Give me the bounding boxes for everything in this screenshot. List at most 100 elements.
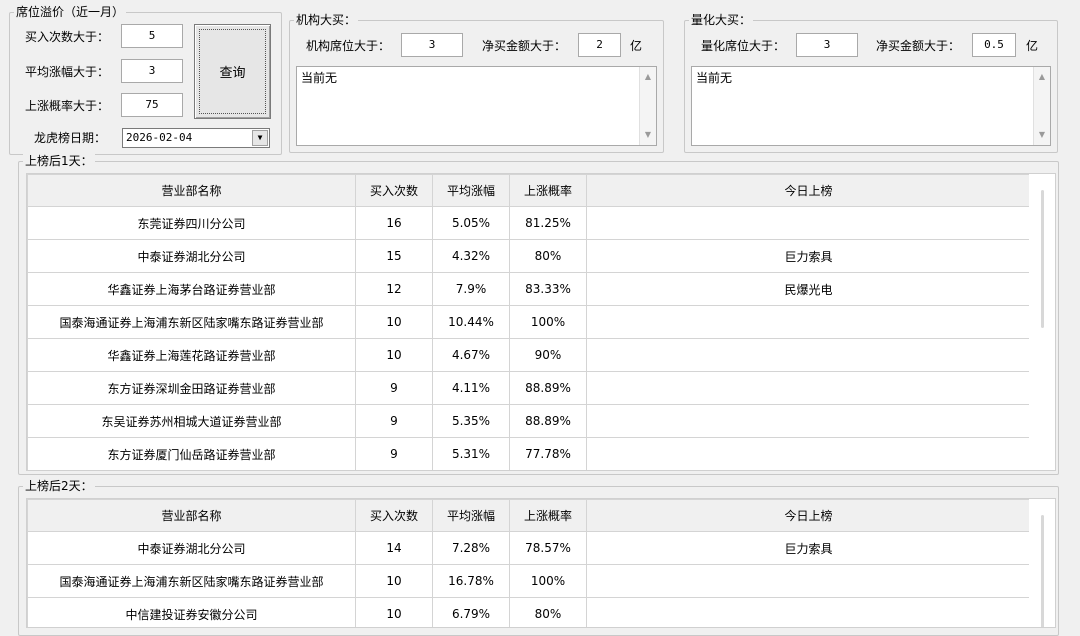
quant-result-box[interactable]: 当前无 ▲ ▼	[691, 66, 1051, 146]
avg-gain-label: 平均涨幅大于：	[25, 65, 110, 79]
table-cell: 5.05%	[432, 206, 510, 240]
day2-scrollbar[interactable]	[1029, 499, 1055, 627]
table-cell: 5.35%	[432, 404, 510, 438]
table-row[interactable]: 东方证券深圳金田路证券营业部 9 4.11% 88.89%	[27, 371, 1031, 405]
institution-scrollbar[interactable]: ▲ ▼	[639, 67, 656, 145]
table-cell: 77.78%	[509, 437, 587, 470]
table-cell: 88.89%	[509, 404, 587, 438]
institution-result-box[interactable]: 当前无 ▲ ▼	[296, 66, 657, 146]
quant-scrollbar[interactable]: ▲ ▼	[1033, 67, 1050, 145]
table-cell: 10	[355, 597, 433, 627]
rise-prob-input[interactable]: 75	[121, 93, 183, 117]
table-row[interactable]: 中泰证券湖北分公司 14 7.28% 78.57% 巨力索具	[27, 531, 1031, 565]
table-cell: 华鑫证券上海莲花路证券营业部	[27, 338, 356, 372]
table-row[interactable]: 中信建投证券安徽分公司 10 6.79% 80%	[27, 597, 1031, 627]
table-cell: 90%	[509, 338, 587, 372]
table-cell: 中泰证券湖北分公司	[27, 531, 356, 565]
column-header[interactable]: 上涨概率	[509, 499, 587, 532]
quant-amount-unit: 亿	[1026, 39, 1039, 53]
table-cell: 4.11%	[432, 371, 510, 405]
table-cell: 4.32%	[432, 239, 510, 273]
table-cell: 巨力索具	[586, 531, 1031, 565]
table-cell: 16.78%	[432, 564, 510, 598]
table-cell: 9	[355, 437, 433, 470]
column-header[interactable]: 今日上榜	[586, 174, 1031, 207]
dropdown-arrow-icon[interactable]: ▼	[252, 130, 268, 146]
table-row[interactable]: 中泰证券湖北分公司 15 4.32% 80% 巨力索具	[27, 239, 1031, 273]
table-cell: 10	[355, 305, 433, 339]
scroll-up-icon[interactable]: ▲	[1034, 69, 1050, 85]
quant-result-text: 当前无	[696, 71, 733, 85]
column-header[interactable]: 今日上榜	[586, 499, 1031, 532]
table-cell	[586, 338, 1031, 372]
table-header-row: 营业部名称 买入次数 平均涨幅 上涨概率 今日上榜	[27, 174, 1031, 207]
table-cell: 国泰海通证券上海浦东新区陆家嘴东路证券营业部	[27, 305, 356, 339]
table-cell: 5.31%	[432, 437, 510, 470]
table-cell	[586, 371, 1031, 405]
table-cell: 80%	[509, 597, 587, 627]
table-row[interactable]: 东方证券厦门仙岳路证券营业部 9 5.31% 77.78%	[27, 437, 1031, 470]
table-row[interactable]: 国泰海通证券上海浦东新区陆家嘴东路证券营业部 10 10.44% 100%	[27, 305, 1031, 339]
scrollbar-thumb[interactable]	[1041, 515, 1044, 627]
quant-seat-input[interactable]: 3	[796, 33, 858, 57]
table-cell: 国泰海通证券上海浦东新区陆家嘴东路证券营业部	[27, 564, 356, 598]
day2-table: 营业部名称 买入次数 平均涨幅 上涨概率 今日上榜 中泰证券湖北分公司 14 7.28% 78…	[27, 499, 1031, 627]
table-cell: 16	[355, 206, 433, 240]
day1-table: 营业部名称 买入次数 平均涨幅 上涨概率 今日上榜 东莞证券四川分公司 16 5.05% 81…	[27, 174, 1031, 470]
table-cell: 100%	[509, 564, 587, 598]
table-row[interactable]: 东莞证券四川分公司 16 5.05% 81.25%	[27, 206, 1031, 240]
day1-scrollbar[interactable]	[1029, 174, 1055, 470]
table-row[interactable]: 华鑫证券上海莲花路证券营业部 10 4.67% 90%	[27, 338, 1031, 372]
table-header-row: 营业部名称 买入次数 平均涨幅 上涨概率 今日上榜	[27, 499, 1031, 532]
table-cell	[586, 597, 1031, 627]
day2-table-container: 营业部名称 买入次数 平均涨幅 上涨概率 今日上榜 中泰证券湖北分公司 14 7.28% 78…	[26, 498, 1056, 628]
quant-amount-label: 净买金额大于：	[876, 39, 961, 53]
table-cell: 88.89%	[509, 371, 587, 405]
table-row[interactable]: 东吴证券苏州相城大道证券营业部 9 5.35% 88.89%	[27, 404, 1031, 438]
column-header[interactable]: 营业部名称	[27, 174, 356, 207]
quant-legend: 量化大买：	[689, 13, 754, 27]
table-cell: 4.67%	[432, 338, 510, 372]
table-cell: 6.79%	[432, 597, 510, 627]
table-cell: 中信建投证券安徽分公司	[27, 597, 356, 627]
institution-amount-label: 净买金额大于：	[482, 39, 567, 53]
table-cell: 民爆光电	[586, 272, 1031, 306]
day2-legend: 上榜后2天：	[23, 479, 95, 493]
institution-legend: 机构大买：	[294, 13, 359, 27]
institution-amount-input[interactable]: 2	[578, 33, 621, 57]
table-cell: 7.28%	[432, 531, 510, 565]
institution-seat-input[interactable]: 3	[401, 33, 463, 57]
table-cell	[586, 437, 1031, 470]
institution-amount-unit: 亿	[630, 39, 643, 53]
column-header[interactable]: 买入次数	[355, 499, 433, 532]
buy-count-label: 买入次数大于：	[25, 30, 110, 44]
table-cell: 9	[355, 371, 433, 405]
table-cell: 东方证券深圳金田路证券营业部	[27, 371, 356, 405]
quant-amount-input[interactable]: 0.5	[972, 33, 1016, 57]
scrollbar-thumb[interactable]	[1041, 190, 1044, 328]
column-header[interactable]: 平均涨幅	[432, 174, 510, 207]
table-cell: 12	[355, 272, 433, 306]
buy-count-input[interactable]: 5	[121, 24, 183, 48]
avg-gain-input[interactable]: 3	[121, 59, 183, 83]
table-row[interactable]: 华鑫证券上海茅台路证券营业部 12 7.9% 83.33% 民爆光电	[27, 272, 1031, 306]
column-header[interactable]: 买入次数	[355, 174, 433, 207]
table-cell: 东吴证券苏州相城大道证券营业部	[27, 404, 356, 438]
institution-seat-label: 机构席位大于：	[306, 39, 391, 53]
table-cell: 巨力索具	[586, 239, 1031, 273]
scroll-down-icon[interactable]: ▼	[1034, 127, 1050, 143]
table-cell: 10	[355, 564, 433, 598]
table-cell: 83.33%	[509, 272, 587, 306]
table-cell: 10.44%	[432, 305, 510, 339]
column-header[interactable]: 平均涨幅	[432, 499, 510, 532]
query-button[interactable]: 查询	[194, 24, 271, 119]
table-cell: 9	[355, 404, 433, 438]
scroll-up-icon[interactable]: ▲	[640, 69, 656, 85]
institution-result-text: 当前无	[301, 71, 338, 85]
column-header[interactable]: 上涨概率	[509, 174, 587, 207]
quant-seat-label: 量化席位大于：	[701, 39, 786, 53]
column-header[interactable]: 营业部名称	[27, 499, 356, 532]
table-row[interactable]: 国泰海通证券上海浦东新区陆家嘴东路证券营业部 10 16.78% 100%	[27, 564, 1031, 598]
date-select[interactable]: 2026-02-04 ▼	[122, 128, 270, 148]
scroll-down-icon[interactable]: ▼	[640, 127, 656, 143]
